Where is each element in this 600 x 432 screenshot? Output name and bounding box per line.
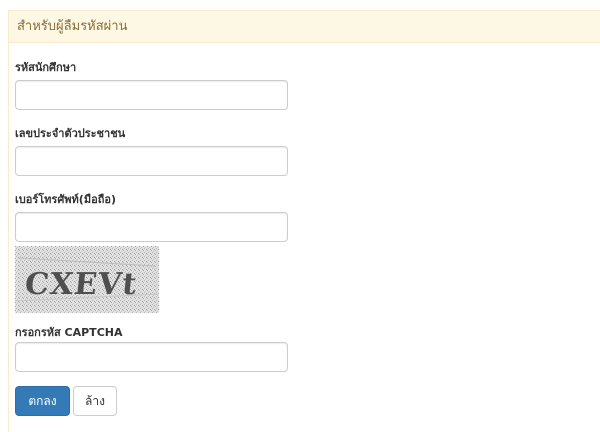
student-id-input[interactable] <box>15 80 288 110</box>
phone-label: เบอร์โทรศัพท์(มือถือ) <box>15 193 116 206</box>
captcha-text: CXEVt <box>23 267 139 302</box>
phone-input[interactable] <box>15 212 288 242</box>
submit-button[interactable]: ตกลง <box>15 386 70 416</box>
captcha-image: CXEVt <box>15 246 159 313</box>
student-id-label: รหัสนักศึกษา <box>15 61 77 74</box>
captcha-input[interactable] <box>15 342 288 372</box>
captcha-graphic: CXEVt <box>15 246 159 313</box>
citizen-id-input[interactable] <box>15 146 288 176</box>
reset-button[interactable]: ล้าง <box>73 386 117 416</box>
panel-heading: สำหรับผู้ลืมรหัสผ่าน <box>9 11 600 43</box>
captcha-label: กรอกรหัส CAPTCHA <box>15 326 123 339</box>
citizen-id-label: เลขประจำตัวประชาชน <box>15 127 126 140</box>
